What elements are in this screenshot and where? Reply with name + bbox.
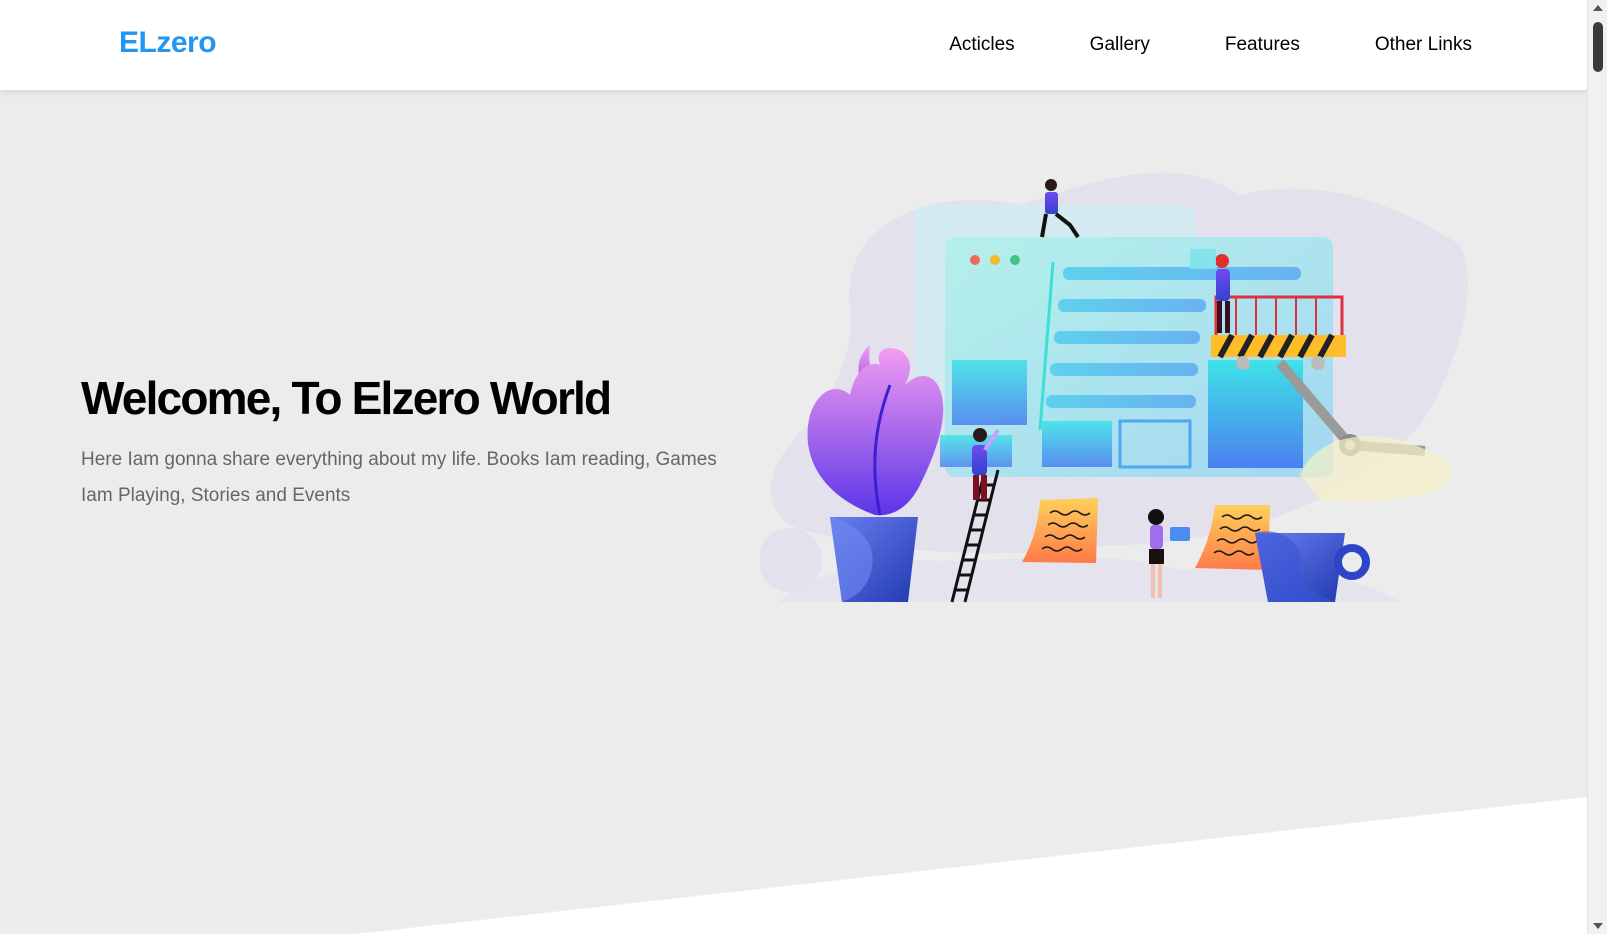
nav-link-articles[interactable]: Acticles bbox=[949, 34, 1014, 56]
hero-text: Welcome, To Elzero World Here Iam gonna … bbox=[81, 368, 721, 514]
site-header: ELzero Acticles Gallery Features Other L… bbox=[0, 0, 1587, 90]
landing-illustration bbox=[760, 172, 1468, 603]
nav-link-other-links[interactable]: Other Links bbox=[1375, 34, 1472, 56]
nav-link-gallery[interactable]: Gallery bbox=[1090, 34, 1150, 56]
nav-link-features[interactable]: Features bbox=[1225, 34, 1300, 56]
scroll-down-icon[interactable] bbox=[1593, 923, 1603, 929]
page-scrollbar[interactable] bbox=[1587, 0, 1607, 934]
main-nav: Acticles Gallery Features Other Links bbox=[949, 0, 1472, 90]
hero-title: Welcome, To Elzero World bbox=[81, 372, 612, 424]
scroll-thumb[interactable] bbox=[1593, 22, 1603, 72]
scroll-up-icon[interactable] bbox=[1593, 5, 1603, 11]
logo-link[interactable]: ELzero bbox=[119, 26, 217, 60]
page: ELzero Acticles Gallery Features Other L… bbox=[0, 0, 1587, 934]
hero-description: Here Iam gonna share everything about my… bbox=[81, 449, 717, 506]
